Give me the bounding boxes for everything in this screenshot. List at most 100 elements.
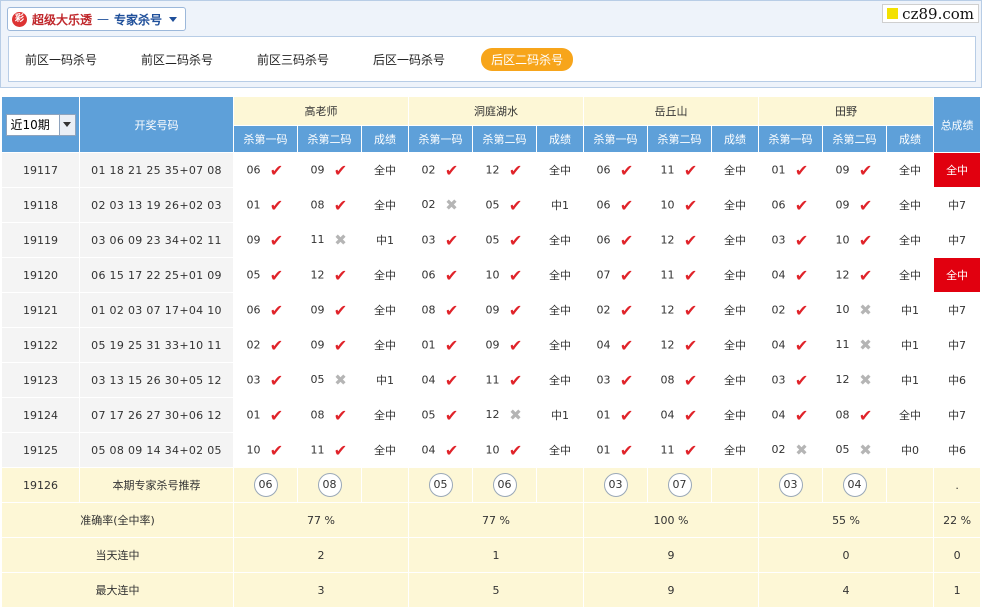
check-icon: ✔ [794,265,809,285]
result-cell: 全中 [711,187,760,223]
kill-number: 01 [421,338,436,351]
kill-cell: 03 ✔ [583,362,649,398]
kill-cell: 06 ✔ [233,292,298,328]
check-icon: ✔ [333,300,348,320]
kill-cell: 11 ✔ [472,362,538,398]
kill-cell: 08 ✔ [408,292,474,328]
tab-2[interactable]: 前区二码杀号 [141,51,213,68]
lottery-name: 超级大乐透 [32,12,93,27]
kill-cell: 09 ✔ [472,292,538,328]
kill-number: 08 [660,373,675,386]
tab-3[interactable]: 前区三码杀号 [257,51,329,68]
kill-cell: 08 ✔ [297,397,362,433]
kill-cell: 10 ✖ [822,292,888,328]
sub-header-1: 杀第一码 [408,125,474,153]
kill-cell: 02 ✖ [758,432,824,468]
table-row: 19119 03 06 09 23 34+02 11 09 ✔ 11 ✖ 中1 03 ✔ 05 ✔ 全… [1,222,982,258]
cross-icon: ✖ [334,231,347,249]
check-icon: ✔ [619,405,634,425]
tab-4[interactable]: 后区一码杀号 [373,51,445,68]
check-icon: ✔ [508,370,523,390]
kill-cell: 05 ✔ [408,397,474,433]
period-select[interactable]: 近10期 [5,113,76,136]
recommend-ball: 05 [428,473,453,497]
stats-value: 1 [408,537,585,573]
recommend-cell: 06 [233,467,298,503]
recommend-cell: 06 [472,467,538,503]
kill-number: 05 [485,233,500,246]
lottery-selector[interactable]: 彩 超级大乐透 — 专家杀号 [7,7,187,31]
recommend-ball: 06 [492,473,517,497]
chevron-down-icon [169,16,178,22]
cross-icon: ✖ [334,371,347,389]
total-result: 中6 [933,432,982,468]
expert-name-1: 高老师 [232,96,410,126]
check-icon: ✔ [619,195,634,215]
kill-cell: 01 ✔ [758,152,824,188]
kill-number: 11 [310,233,325,246]
expert-name-4: 田野 [758,96,935,126]
result-cell: 全中 [886,222,935,258]
recommend-cell: 04 [822,467,888,503]
sub-header-1: 杀第一码 [583,125,649,153]
expert-kill-table: 近10期 开奖号码 高老师 洞庭湖水 岳丘山 田野 总成绩 杀第一码 杀第二码 成绩 杀第一码 杀第二… [1,96,982,608]
kill-number: 01 [596,443,611,456]
total-result: 中7 [933,397,982,433]
kill-cell: 01 ✔ [233,187,298,223]
kill-number: 02 [771,443,786,456]
check-icon: ✔ [683,370,698,390]
kill-cell: 05 ✔ [472,187,538,223]
kill-number: 04 [421,443,436,456]
result-cell: 全中 [360,292,410,328]
draw-numbers: 01 18 21 25 35+07 08 [79,152,234,188]
tab-5[interactable]: 后区二码杀号 [481,47,574,71]
brand-text: cz89.com [902,4,974,23]
recommend-ball: 03 [778,473,803,497]
result-cell: 全中 [886,257,935,293]
recommend-ball: 04 [842,473,867,497]
issue-number: 19119 [1,222,80,258]
kill-cell: 04 ✔ [647,397,713,433]
stats-row: 最大连中 3 5 9 4 1 [1,572,982,608]
kill-number: 05 [246,268,261,281]
recommend-ball: 06 [253,473,278,497]
check-icon: ✔ [794,335,809,355]
kill-cell: 12 ✔ [472,152,538,188]
total-result: 全中 [933,152,982,188]
kill-number: 06 [596,163,611,176]
result-cell: 全中 [536,362,585,398]
recommend-empty [711,467,760,503]
kill-cell: 04 ✔ [758,257,824,293]
recommend-total: . [933,467,982,503]
kill-cell: 10 ✔ [822,222,888,258]
result-cell: 全中 [711,222,760,258]
kill-cell: 09 ✔ [297,327,362,363]
kill-number: 05 [835,443,850,456]
kill-number: 11 [660,268,675,281]
result-cell: 中1 [360,362,410,398]
check-icon: ✔ [444,405,459,425]
kill-cell: 10 ✔ [472,432,538,468]
tab-1[interactable]: 前区一码杀号 [25,51,97,68]
check-icon: ✔ [858,405,873,425]
check-icon: ✔ [858,265,873,285]
issue-number: 19117 [1,152,80,188]
result-cell: 全中 [360,187,410,223]
kill-cell: 12 ✔ [647,292,713,328]
site-brand[interactable]: cz89.com [882,4,979,23]
kill-number: 02 [596,303,611,316]
result-cell: 中0 [886,432,935,468]
check-icon: ✔ [794,405,809,425]
result-cell: 全中 [886,152,935,188]
kill-cell: 01 ✔ [408,327,474,363]
recommend-ball: 03 [603,473,628,497]
check-icon: ✔ [619,370,634,390]
kill-number: 01 [246,198,261,211]
stats-label: 最大连中 [1,572,234,608]
kill-cell: 06 ✔ [583,222,649,258]
check-icon: ✔ [683,265,698,285]
section-name: 专家杀号 [114,12,163,27]
kill-number: 02 [421,163,436,176]
stats-value: 9 [583,572,760,608]
check-icon: ✔ [858,195,873,215]
